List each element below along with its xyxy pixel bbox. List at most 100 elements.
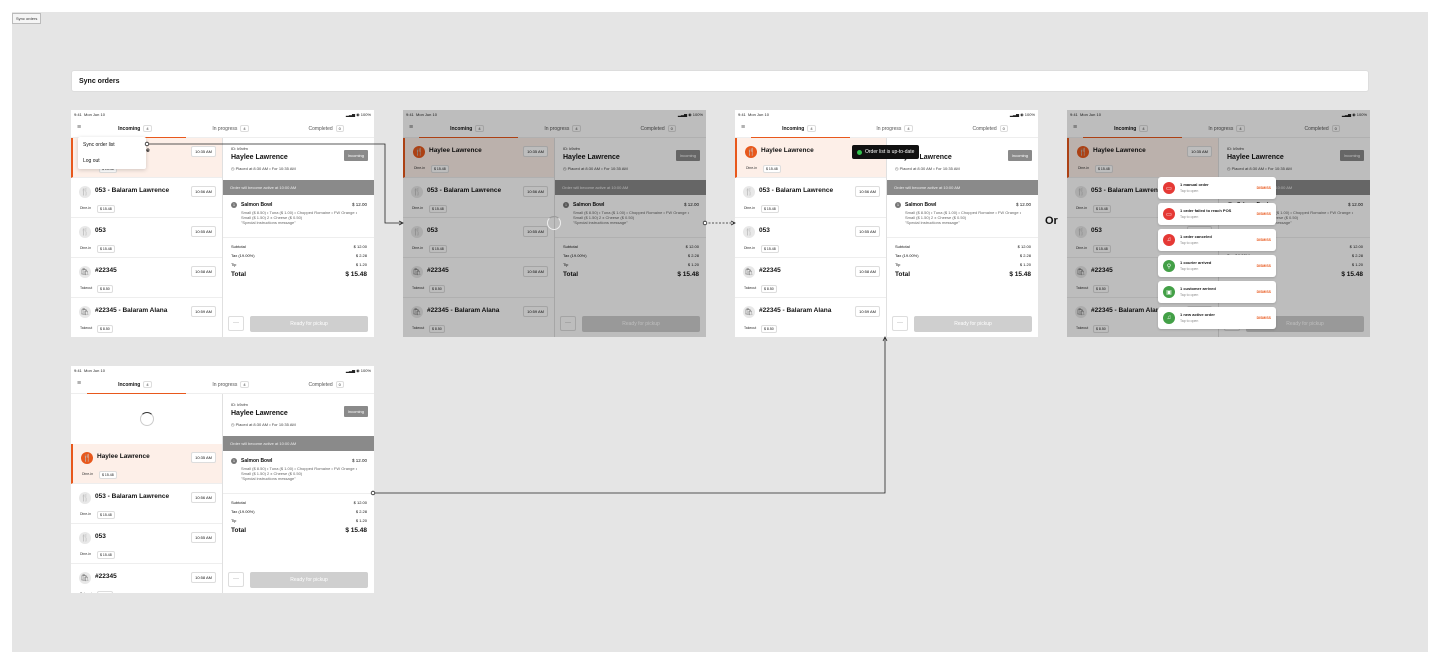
order-card[interactable]: 🍴 Haylee Lawrence 10:35 AM Dine-in $ 15.48: [71, 444, 222, 484]
hamburger-menu-icon[interactable]: ≡: [71, 380, 87, 387]
ready-for-pickup-button[interactable]: Ready for pickup: [914, 316, 1032, 332]
tab-in-progress[interactable]: In progress 4: [847, 123, 943, 132]
order-card-type: Dine-in: [744, 246, 756, 250]
notification-subtitle: Tap to open: [1180, 293, 1199, 297]
order-body: 🍴Haylee Lawrence10:35 AMDine-in$ 15.48🍴0…: [735, 138, 1038, 337]
monitor-icon: ▭: [1163, 182, 1175, 194]
takeout-icon: 🛍: [79, 306, 91, 318]
tip-label: Tip: [231, 518, 237, 523]
tab-in-progress[interactable]: In progress 4: [183, 123, 279, 132]
order-card[interactable]: 🍴 053 10:55 AM Dine-in $ 15.48: [71, 218, 222, 258]
sync-order-list-menu-item[interactable]: Sync order list: [78, 137, 146, 153]
placed-time-text: Placed at 8:30 AM • For 10:35 AM: [235, 166, 296, 171]
tip-value: $ 1.20: [355, 518, 367, 523]
tip-value: $ 1.20: [355, 262, 367, 267]
log-out-menu-item[interactable]: Log out: [78, 153, 146, 169]
hamburger-menu-icon[interactable]: ≡: [71, 124, 87, 131]
loading-spinner: [140, 412, 154, 426]
order-list[interactable]: 🍴Haylee Lawrence10:35 AMDine-in$ 15.48🍴0…: [71, 394, 223, 593]
notification-subtitle: Tap to open: [1180, 241, 1199, 245]
total-row: Total $ 15.48: [895, 271, 1031, 278]
notification-card[interactable]: ♫ 1 order canceled Tap to open DISMISS: [1158, 229, 1276, 251]
status-date: Mon Jun 10: [84, 112, 105, 117]
notification-card[interactable]: ▭ 1 manual order Tap to open DISMISS: [1158, 177, 1276, 199]
order-card[interactable]: 🛍 #22345 10:58 AM Takeout $ 8.50: [71, 258, 222, 298]
ready-for-pickup-button[interactable]: Ready for pickup: [250, 572, 368, 588]
notification-card[interactable]: ▣ 1 customer arrived Tap to open DISMISS: [1158, 281, 1276, 303]
order-list[interactable]: 🍴Haylee Lawrence10:35 AMDine-in$ 15.48🍴0…: [735, 138, 887, 337]
order-card[interactable]: 🛍 #22345 - Balaram Alana 10:59 AM Takeout $ …: [71, 298, 222, 337]
order-tabs: ≡ Incoming 4 In progress 4 Completed 0: [735, 118, 1038, 138]
subtotal-row: Subtotal $ 12.00: [231, 500, 367, 505]
order-card[interactable]: 🛍 #22345 10:58 AM Takeout $ 8.50: [71, 564, 222, 593]
status-badge: Incoming: [343, 150, 368, 161]
notification-card[interactable]: ⚲ 1 courier arrived Tap to open DISMISS: [1158, 255, 1276, 277]
screen-list-refreshing: 9:41 Mon Jun 10 ▂▃▅ ◉ 100% ≡ Incoming 4 I…: [71, 366, 374, 593]
notification-subtitle: Tap to open: [1180, 215, 1199, 219]
status-badge: Incoming: [1007, 150, 1032, 161]
order-card-type: Dine-in: [746, 166, 758, 170]
order-card-name: 053 - Balaram Lawrence: [95, 493, 170, 500]
more-options-button[interactable]: ···: [228, 572, 244, 587]
notification-card[interactable]: ♫ 1 new active order Tap to open DISMISS: [1158, 307, 1276, 329]
total-value: $ 15.48: [1009, 271, 1031, 278]
order-card-time: 10:56 AM: [855, 186, 880, 197]
status-time: 9:41: [738, 112, 746, 117]
more-options-button[interactable]: ···: [892, 316, 908, 331]
loading-spinner: [547, 216, 561, 230]
clock-icon: ◷: [231, 422, 235, 427]
dine-in-icon: 🍴: [79, 226, 91, 238]
tab-completed[interactable]: Completed 0: [278, 379, 374, 388]
order-card-name: 053 - Balaram Lawrence: [95, 187, 170, 194]
more-options-button[interactable]: ···: [228, 316, 244, 331]
order-card[interactable]: 🛍 #22345 10:58 AM Takeout $ 8.50: [735, 258, 886, 298]
notification-card[interactable]: ▭ 1 order failed to reach POS Tap to open D…: [1158, 203, 1276, 225]
activation-banner: Order will become active at 10:00 AM: [223, 180, 374, 195]
tab-completed[interactable]: Completed 0: [278, 123, 374, 132]
order-card-price: $ 15.48: [761, 245, 779, 253]
notification-title: 1 customer arrived: [1180, 286, 1216, 291]
tab-completed[interactable]: Completed 0: [942, 123, 1038, 132]
tab-in-progress[interactable]: In progress 4: [183, 379, 279, 388]
order-body: 🍴Haylee Lawrence10:35 AMDine-in$ 15.48🍴0…: [71, 394, 374, 593]
check-circle-icon: [857, 149, 862, 155]
tip-row: Tip $ 1.20: [231, 518, 367, 523]
placed-time: ◷ Placed at 8:30 AM • For 10:35 AM: [231, 422, 296, 427]
order-card[interactable]: 🍴 053 - Balaram Lawrence 10:56 AM Dine-in $ …: [735, 178, 886, 218]
order-card-price: $ 8.50: [97, 285, 113, 293]
tab-completed-label: Completed: [308, 382, 333, 388]
status-date: Mon Jun 10: [84, 368, 105, 373]
subtotal-row: Subtotal $ 12.00: [231, 244, 367, 249]
item-quantity: 1: [231, 458, 237, 464]
order-card-name: #22345 - Balaram Alana: [95, 307, 168, 314]
order-card[interactable]: 🛍 #22345 - Balaram Alana 10:59 AM Takeout $ …: [735, 298, 886, 337]
order-card-price: $ 15.48: [97, 205, 115, 213]
tab-incoming[interactable]: Incoming 4: [751, 123, 847, 132]
order-detail: ID: k9cfm Haylee Lawrence ◷ Placed at 8:…: [223, 138, 374, 337]
total-label: Total: [895, 271, 911, 278]
total-row: Total $ 15.48: [231, 271, 367, 278]
order-card[interactable]: 🍴 053 10:55 AM Dine-in $ 15.48: [735, 218, 886, 258]
ready-for-pickup-button[interactable]: Ready for pickup: [250, 316, 368, 332]
dismiss-button[interactable]: DISMISS: [1257, 290, 1271, 294]
tab-incoming[interactable]: Incoming 4: [87, 379, 183, 388]
screen-synced-toast: 9:41 Mon Jun 10 ▂▃▅ ◉ 100% ≡ Incoming 4 I…: [735, 110, 1038, 337]
order-card-time: 10:55 AM: [855, 226, 880, 237]
tab-incoming[interactable]: Incoming 4: [87, 123, 183, 132]
hamburger-menu-icon[interactable]: ≡: [735, 124, 751, 131]
dismiss-button[interactable]: DISMISS: [1257, 212, 1271, 216]
dismiss-button[interactable]: DISMISS: [1257, 238, 1271, 242]
placed-time-text: Placed at 8:30 AM • For 10:35 AM: [235, 422, 296, 427]
or-label: Or: [1045, 215, 1058, 227]
order-card-type: Dine-in: [80, 206, 92, 210]
order-card[interactable]: 🍴 053 - Balaram Lawrence 10:56 AM Dine-in $ …: [71, 178, 222, 218]
placed-time: ◷ Placed at 8:30 AM • For 10:35 AM: [895, 166, 960, 171]
total-value: $ 15.48: [345, 271, 367, 278]
order-card-type: Takeout: [80, 326, 93, 330]
order-card[interactable]: 🍴 053 10:55 AM Dine-in $ 15.48: [71, 524, 222, 564]
dismiss-button[interactable]: DISMISS: [1257, 264, 1271, 268]
order-card[interactable]: 🍴 053 - Balaram Lawrence 10:56 AM Dine-in $ …: [71, 484, 222, 524]
dismiss-button[interactable]: DISMISS: [1257, 316, 1271, 320]
dismiss-button[interactable]: DISMISS: [1257, 186, 1271, 190]
tax-label: Tax (19.00%): [231, 509, 255, 514]
